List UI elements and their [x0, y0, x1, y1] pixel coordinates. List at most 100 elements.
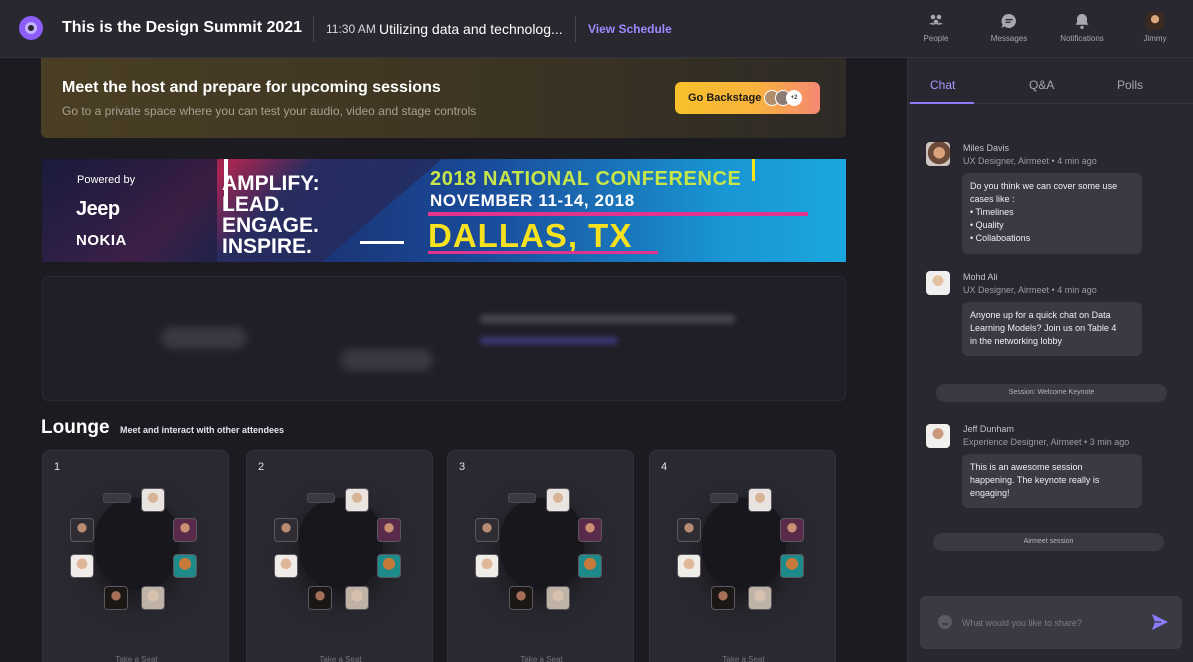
tab-qa[interactable]: Q&A	[1029, 78, 1054, 92]
tab-polls[interactable]: Polls	[1117, 78, 1143, 92]
attendee-avatar[interactable]	[308, 586, 332, 610]
nav-profile[interactable]: Jimmy	[1125, 12, 1185, 43]
attendee-avatar[interactable]	[578, 554, 602, 578]
attendee-avatar[interactable]	[141, 586, 165, 610]
avatar	[926, 424, 950, 448]
attendee-avatar[interactable]	[677, 554, 701, 578]
go-backstage-button[interactable]: Go Backstage +2	[675, 82, 820, 114]
attendee-avatar[interactable]	[173, 518, 197, 542]
message-line: happening. The keynote really is	[970, 475, 1100, 485]
session-divider-pill: Airmeet session	[933, 533, 1164, 551]
message-line: Learning Models? Join us on Table 4	[970, 323, 1117, 333]
blurred-link	[480, 337, 618, 344]
nav-people[interactable]: People	[906, 12, 966, 43]
emoji-icon[interactable]	[938, 615, 952, 629]
airmeet-logo[interactable]	[19, 16, 43, 40]
attendee-avatar[interactable]	[475, 554, 499, 578]
message-line: • Quality	[970, 220, 1004, 230]
attendee-avatar[interactable]	[173, 554, 197, 578]
event-title: This is the Design Summit 2021	[62, 19, 303, 36]
nav-messages[interactable]: Messages	[979, 12, 1039, 43]
session-title[interactable]: Utilizing data and technolog...	[379, 21, 564, 37]
host-banner: Meet the host and prepare for upcoming s…	[41, 58, 846, 138]
take-seat-label[interactable]: Take a Seat	[247, 655, 434, 662]
attendee-avatar[interactable]	[345, 488, 369, 512]
sponsor-banner[interactable]: Powered by Jeep NOKIA AMPLIFY: LEAD. ENG…	[42, 159, 846, 262]
message-meta: UX Designer, Airmeet • 4 min ago	[963, 285, 1097, 295]
conference-name: 2018 NATIONAL CONFERENCE	[430, 168, 742, 190]
attendee-avatar[interactable]	[70, 554, 94, 578]
top-bar: This is the Design Summit 2021 11:30 AM …	[0, 0, 1193, 58]
take-seat-label[interactable]: Take a Seat	[650, 655, 837, 662]
session-divider-pill: Session: Welcome Keynote	[936, 384, 1167, 402]
sponsor-logo-jeep: Jeep	[76, 198, 120, 220]
blurred-chip	[341, 349, 433, 371]
go-backstage-label: Go Backstage	[688, 92, 762, 104]
table-surface	[500, 498, 584, 590]
attendee-avatar[interactable]	[345, 586, 369, 610]
conference-city: DALLAS, TX	[428, 217, 633, 254]
blurred-heading	[480, 315, 735, 323]
attendee-avatar[interactable]	[780, 518, 804, 542]
empty-seat[interactable]	[508, 493, 536, 503]
attendee-avatar[interactable]	[711, 586, 735, 610]
lounge-table-card[interactable]: 2 Take a Seat	[246, 450, 433, 662]
nav-people-label: People	[923, 34, 949, 43]
message-author: Jeff Dunham	[963, 424, 1014, 434]
active-tab-indicator	[910, 102, 974, 104]
attendee-avatar[interactable]	[70, 518, 94, 542]
message-bubble: This is an awesome session happening. Th…	[962, 454, 1142, 508]
attendee-avatar[interactable]	[509, 586, 533, 610]
nav-profile-label: Jimmy	[1143, 34, 1167, 43]
blurred-chip	[161, 327, 247, 349]
header-divider	[313, 16, 314, 42]
view-schedule-link[interactable]: View Schedule	[588, 22, 672, 36]
attendee-avatar[interactable]	[274, 518, 298, 542]
extra-count-badge: +2	[786, 90, 802, 106]
chat-input[interactable]	[962, 614, 1132, 631]
chat-sidebar: Chat Q&A Polls Miles Davis UX Designer, …	[907, 58, 1193, 662]
attendee-avatar[interactable]	[546, 586, 570, 610]
sidebar-tabs: Chat Q&A Polls	[908, 58, 1193, 104]
attendee-avatar[interactable]	[748, 488, 772, 512]
attendee-avatar[interactable]	[578, 518, 602, 542]
message-line: This is an awesome session	[970, 462, 1083, 472]
lounge-table-card[interactable]: 4 Take a Seat	[649, 450, 836, 662]
take-seat-label[interactable]: Take a Seat	[43, 655, 230, 662]
message-line: Do you think we can cover some use	[970, 181, 1118, 191]
take-seat-label[interactable]: Take a Seat	[448, 655, 635, 662]
attendee-avatar[interactable]	[546, 488, 570, 512]
speed-networking-card[interactable]	[42, 276, 846, 401]
attendee-avatar[interactable]	[780, 554, 804, 578]
main-content: Meet the host and prepare for upcoming s…	[0, 58, 905, 662]
message-author: Mohd Ali	[963, 272, 998, 282]
attendee-avatar[interactable]	[377, 554, 401, 578]
table-number: 3	[459, 461, 466, 473]
tagline-underline	[360, 241, 404, 244]
people-icon	[929, 14, 943, 25]
lounge-title: Lounge	[41, 417, 110, 438]
attendee-avatar[interactable]	[377, 518, 401, 542]
nav-notifications[interactable]: Notifications	[1052, 12, 1112, 43]
attendee-avatar[interactable]	[141, 488, 165, 512]
session-time: 11:30 AM	[326, 22, 376, 36]
attendee-avatar[interactable]	[677, 518, 701, 542]
table-number: 2	[258, 461, 265, 473]
tab-chat[interactable]: Chat	[930, 78, 955, 92]
empty-seat[interactable]	[103, 493, 131, 503]
empty-seat[interactable]	[710, 493, 738, 503]
sponsor-logo-nokia: NOKIA	[76, 232, 127, 249]
lounge-table-card[interactable]: 1 Take a Seat	[42, 450, 229, 662]
host-banner-title: Meet the host and prepare for upcoming s…	[62, 79, 441, 96]
attendee-avatar[interactable]	[475, 518, 499, 542]
sponsor-tagline: AMPLIFY: LEAD. ENGAGE. INSPIRE.	[222, 172, 320, 258]
attendee-avatar[interactable]	[274, 554, 298, 578]
lounge-subtitle: Meet and interact with other attendees	[120, 425, 285, 435]
attendee-avatar[interactable]	[748, 586, 772, 610]
empty-seat[interactable]	[307, 493, 335, 503]
attendee-avatar[interactable]	[104, 586, 128, 610]
lounge-table-card[interactable]: 3 Take a Seat	[447, 450, 634, 662]
message-bubble: Anyone up for a quick chat on Data Learn…	[962, 302, 1142, 356]
send-icon[interactable]	[1150, 612, 1170, 632]
chat-composer	[920, 596, 1182, 649]
